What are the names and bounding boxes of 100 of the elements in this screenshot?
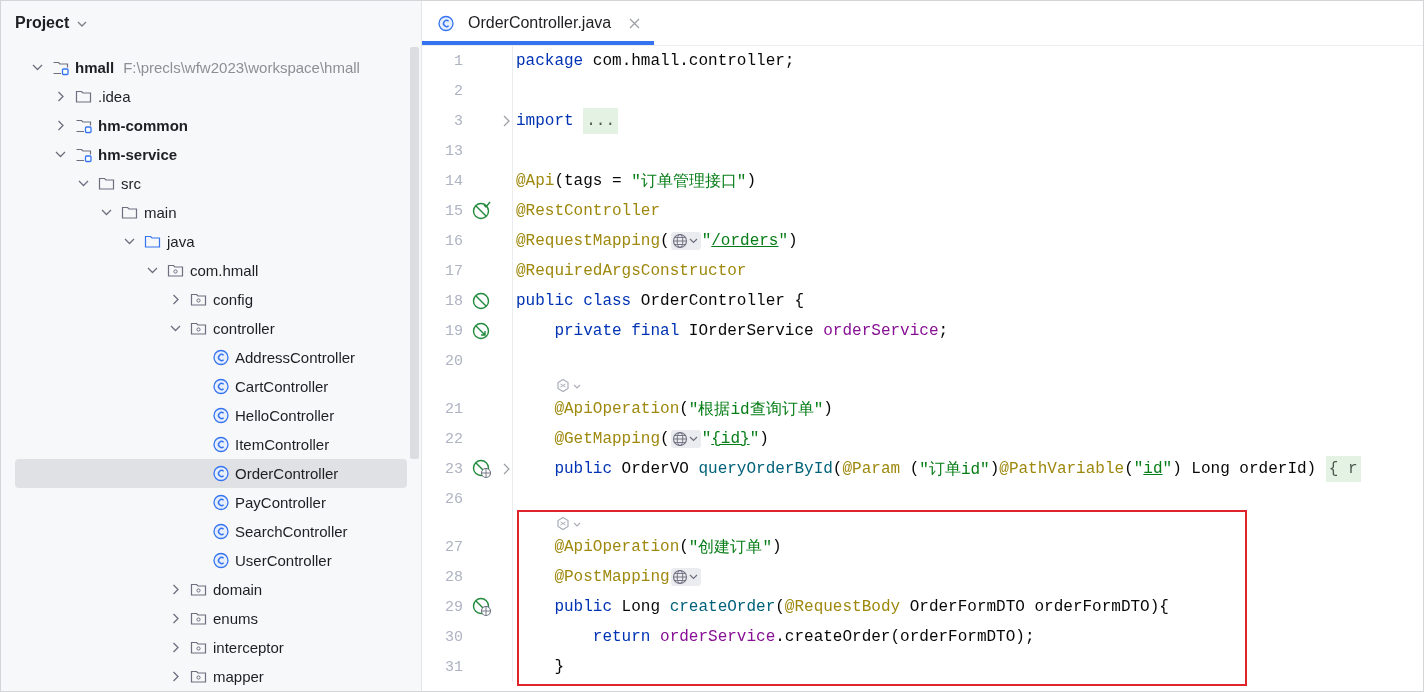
line-number: 16 (445, 232, 463, 250)
tree-item[interactable]: hmall F:\precls\wfw2023\workspace\hmall (15, 53, 407, 82)
package-folder-icon (190, 581, 208, 598)
module-folder-icon (75, 146, 93, 163)
code-keyword: import (516, 112, 575, 130)
editor-tab[interactable]: OrderController.java (422, 1, 655, 45)
class-icon (213, 465, 230, 482)
globe-menu-icon[interactable] (670, 568, 701, 586)
bean-globe-icon[interactable] (472, 459, 492, 479)
tree-item[interactable]: domain (15, 575, 407, 604)
code-string: " (749, 430, 760, 448)
module-folder-icon (75, 117, 93, 134)
package-folder-icon (190, 291, 208, 308)
tree-item[interactable]: hm-common (15, 111, 407, 140)
line-number: 15 (445, 202, 463, 220)
tree-item[interactable]: interceptor (15, 633, 407, 662)
class-icon (213, 552, 230, 569)
package-folder-icon (190, 610, 208, 627)
code-text: ( (775, 598, 785, 616)
globe-menu-icon[interactable] (670, 232, 701, 250)
code-text: ; (938, 322, 949, 340)
module-folder-icon (52, 59, 70, 76)
folded-code[interactable]: ... (583, 108, 619, 134)
line-number: 14 (445, 172, 463, 190)
tree-item[interactable]: OrderController (15, 459, 407, 488)
tree-item[interactable]: src (15, 169, 407, 198)
line-number: 28 (445, 568, 463, 586)
tree-item[interactable]: SearchController (15, 517, 407, 546)
code-annotation: @RequestMapping (516, 232, 661, 250)
bean-globe-icon[interactable] (472, 597, 492, 617)
line-number: 21 (445, 400, 463, 418)
code-annotation: @ApiOperation (553, 400, 680, 418)
code-annotation: @PostMapping (553, 568, 670, 586)
package-folder-icon (167, 262, 185, 279)
code-string: "根据id查询订单" (688, 399, 824, 420)
folder-icon (121, 204, 139, 221)
code-text: ( (679, 538, 689, 556)
code-text: ( (832, 460, 843, 478)
line-number: 29 (445, 598, 463, 616)
code-text: ) Long orderId) (1172, 460, 1318, 478)
tree-item[interactable]: PayController (15, 488, 407, 517)
code-text: } (553, 658, 564, 676)
close-icon[interactable] (629, 17, 641, 29)
code-keyword: public (553, 460, 612, 478)
line-number: 31 (445, 658, 463, 676)
code-annotation: @Api (516, 172, 555, 190)
tree-item[interactable]: controller (15, 314, 407, 343)
code-text: .createOrder(orderFormDTO); (775, 628, 1035, 646)
package-folder-icon (190, 668, 208, 685)
class-icon (213, 494, 230, 511)
code-text: IOrderService (687, 322, 815, 340)
package-folder-icon (190, 320, 208, 337)
line-number: 30 (445, 628, 463, 646)
tree-item[interactable]: UserController (15, 546, 407, 575)
code-annotation: @ApiOperation (553, 538, 680, 556)
code-text: ) (759, 430, 769, 448)
tree-item[interactable]: hm-service (15, 140, 407, 169)
tree-item[interactable]: mapper (15, 662, 407, 691)
tree-item[interactable]: main (15, 198, 407, 227)
panel-title[interactable]: Project (15, 14, 70, 32)
line-number: 1 (454, 52, 463, 70)
bean-icon[interactable] (472, 291, 492, 311)
code-string: "订单管理接口" (631, 171, 747, 192)
tree-item[interactable]: enums (15, 604, 407, 633)
code-annotation: @RequiredArgsConstructor (516, 262, 747, 280)
chevron-down-icon[interactable] (77, 20, 88, 28)
tree-item[interactable]: CartController (15, 372, 407, 401)
code-keyword: public class (516, 292, 632, 310)
code-annotation: @GetMapping (553, 430, 661, 448)
globe-menu-icon[interactable] (670, 430, 701, 448)
code-text: ( (660, 430, 670, 448)
code-string: {id} (711, 430, 750, 448)
folded-code[interactable]: { r (1325, 456, 1361, 482)
line-number: 20 (445, 352, 463, 370)
scrollbar[interactable] (410, 47, 419, 459)
code-method: queryOrderById (698, 460, 833, 478)
tree-item[interactable]: config (15, 285, 407, 314)
tree-item[interactable]: HelloController (15, 401, 407, 430)
code-string: "订单id" (919, 459, 990, 480)
code-text: ) (989, 460, 1000, 478)
tree-item[interactable]: ItemController (15, 430, 407, 459)
class-icon (213, 436, 230, 453)
tree-item[interactable]: .idea (15, 82, 407, 111)
folder-icon (98, 175, 116, 192)
tree-item[interactable]: java (15, 227, 407, 256)
line-number: 13 (445, 142, 463, 160)
class-icon (438, 14, 455, 32)
code-text: OrderController { (639, 292, 805, 310)
code-text: ( (1124, 460, 1134, 478)
code-text: ) (823, 400, 833, 418)
tree-item[interactable]: com.hmall (15, 256, 407, 285)
bean-check-icon[interactable] (472, 201, 492, 221)
class-icon (213, 349, 230, 366)
project-path: F:\precls\wfw2023\workspace\hmall (123, 59, 360, 76)
code-annotation: @PathVariable (999, 460, 1125, 478)
class-icon (213, 378, 230, 395)
code-annotation: @Param (842, 460, 901, 478)
folder-icon (75, 88, 93, 105)
source-folder-icon (144, 233, 162, 250)
tree-item[interactable]: AddressController (15, 343, 407, 372)
